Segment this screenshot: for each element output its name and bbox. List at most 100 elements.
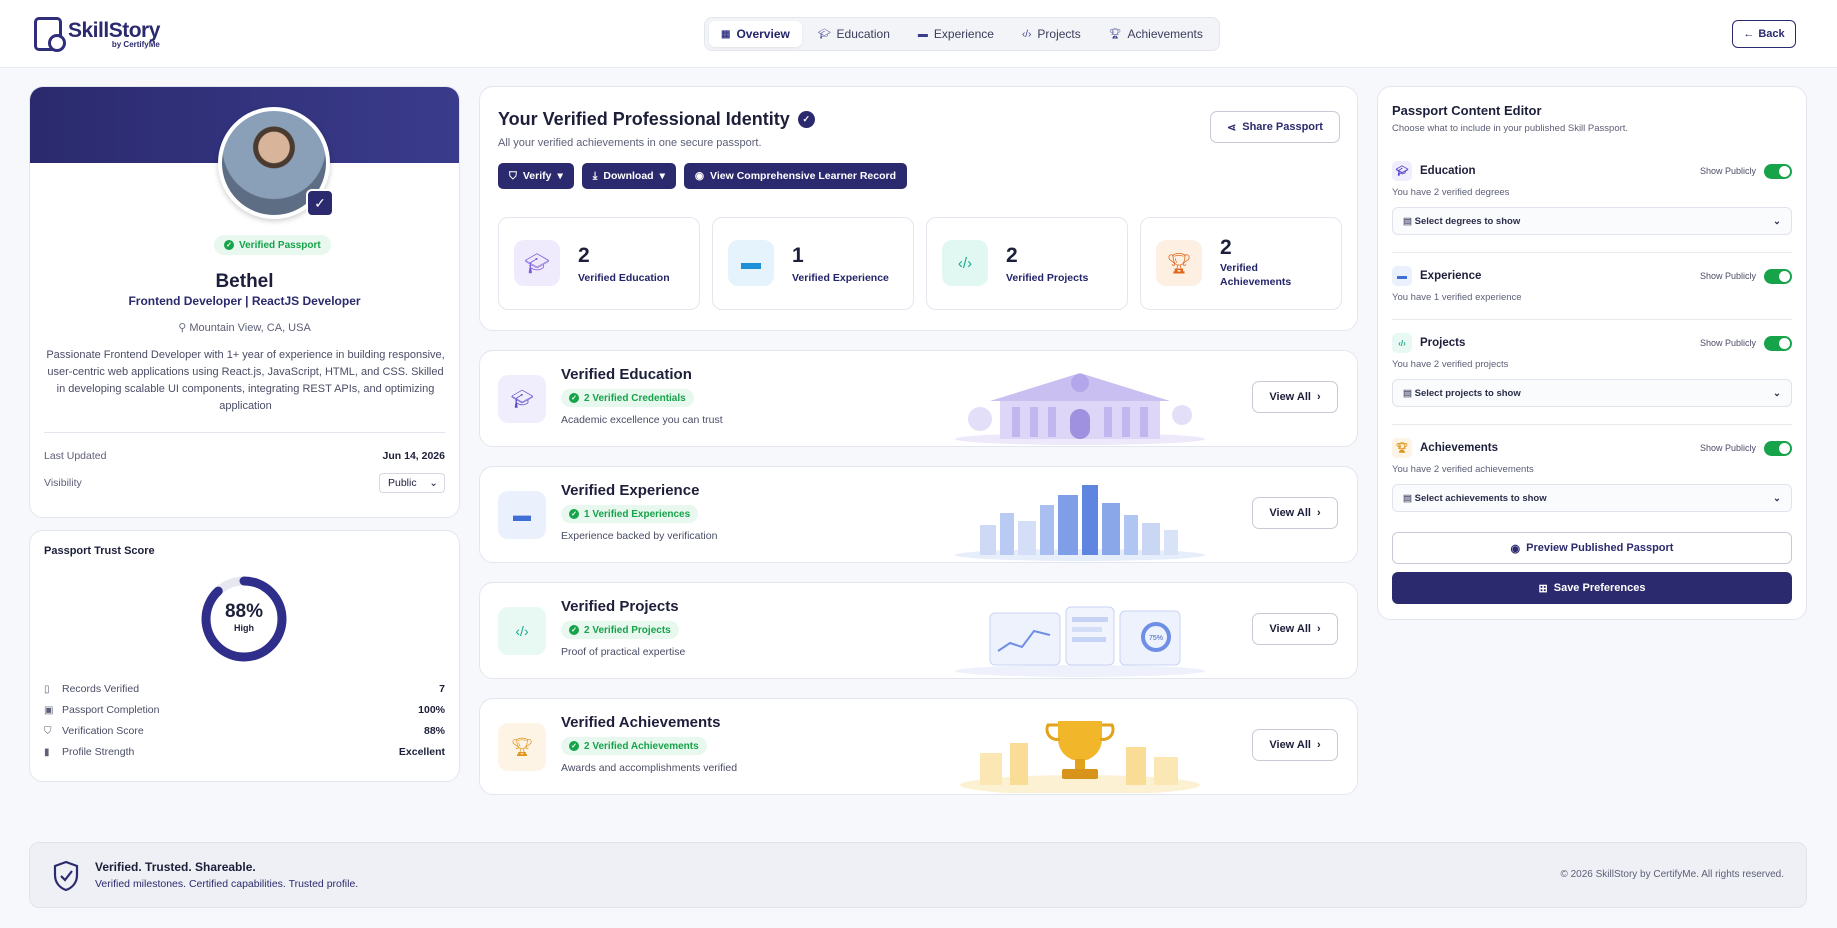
chevron-down-icon: ⌄ — [1773, 492, 1781, 504]
view-all-button[interactable]: View All › — [1252, 381, 1338, 413]
achievements-visibility-toggle[interactable] — [1764, 440, 1792, 456]
trust-row-label: Records Verified — [62, 683, 140, 695]
eye-icon: ◉ — [694, 170, 705, 182]
share-label: Share Passport — [1242, 121, 1323, 133]
city-skyline-illustration — [955, 485, 1205, 561]
section-badge: ✓ 2 Verified Credentials — [561, 389, 694, 407]
share-icon: ⋖ — [1227, 121, 1237, 134]
trust-row-completion: ▣ Passport Completion 100% — [44, 704, 445, 716]
tab-overview[interactable]: ▦ Overview — [709, 21, 802, 47]
visibility-select[interactable]: Public ⌄ — [379, 473, 445, 493]
visibility-label: Visibility — [44, 477, 82, 489]
visibility-row: Visibility Public ⌄ — [44, 473, 445, 493]
stat-number: 2 — [1220, 236, 1232, 259]
check-circle-icon: ✓ — [224, 240, 234, 250]
trust-score: 88% — [224, 601, 264, 622]
preview-label: Preview Published Passport — [1526, 542, 1674, 554]
editor-projects: ‹/› Projects Show Publicly You have 2 ver… — [1392, 333, 1792, 407]
projects-gauge-label: 75% — [1149, 635, 1163, 642]
editor-achievements: 🏆︎ Achievements Show Publicly You have 2 … — [1392, 438, 1792, 512]
graduation-cap-icon: 🎓︎ — [514, 240, 560, 286]
download-icon: ⤓ — [592, 169, 598, 182]
tab-achievements[interactable]: 🏆︎ Achievements — [1097, 21, 1215, 47]
stat-projects[interactable]: ‹/› 2 Verified Projects — [926, 217, 1128, 310]
brand-logo[interactable]: SkillStory by CertifyMe — [34, 17, 160, 52]
check-circle-icon: ✓ — [569, 393, 579, 403]
tab-experience[interactable]: ▬ Experience — [906, 21, 1006, 47]
stat-education[interactable]: 🎓︎ 2 Verified Education — [498, 217, 700, 310]
section-badge: ✓ 1 Verified Experiences — [561, 505, 699, 523]
verified-badge-icon: ✓ — [306, 189, 334, 217]
check-circle-icon: ✓ — [569, 509, 579, 519]
projects-visibility-toggle[interactable] — [1764, 335, 1792, 351]
footer-copyright: © 2026 SkillStory by CertifyMe. All righ… — [1560, 869, 1784, 880]
stats-row: 🎓︎ 2 Verified Education ▬ 1 Verified Exp… — [498, 217, 1342, 310]
trust-row-label: Passport Completion — [62, 704, 160, 716]
show-publicly-label: Show Publicly — [1699, 443, 1756, 453]
check-circle-icon: ✓ — [569, 741, 579, 751]
tab-projects[interactable]: ‹/› Projects — [1010, 21, 1093, 47]
verify-button[interactable]: ⛉ Verify ▾ — [498, 163, 574, 189]
trust-row-label: Profile Strength — [62, 746, 135, 758]
share-passport-button[interactable]: ⋖ Share Passport — [1210, 111, 1340, 143]
identity-subtitle: All your verified achievements in one se… — [498, 137, 762, 149]
stat-experience[interactable]: ▬ 1 Verified Experience — [712, 217, 914, 310]
stat-number: 2 — [578, 244, 590, 267]
select-projects-dropdown[interactable]: ▤ Select projects to show ⌄ — [1392, 379, 1792, 407]
select-degrees-dropdown[interactable]: ▤ Select degrees to show ⌄ — [1392, 207, 1792, 235]
profile-bio: Passionate Frontend Developer with 1+ ye… — [46, 349, 445, 412]
save-preferences-button[interactable]: ⊞ Save Preferences — [1392, 572, 1792, 604]
view-all-button[interactable]: View All › — [1252, 729, 1338, 761]
editor-block-desc: You have 1 verified experience — [1392, 292, 1522, 303]
university-illustration — [955, 373, 1205, 445]
view-all-label: View All — [1269, 507, 1311, 519]
tab-education[interactable]: 🎓︎ Education — [806, 21, 902, 47]
preview-passport-button[interactable]: ◉ Preview Published Passport — [1392, 532, 1792, 564]
trust-level: High — [234, 623, 254, 633]
stat-label: Verified Achievements — [1220, 262, 1292, 288]
code-icon: ‹/› — [498, 607, 546, 655]
select-achievements-dropdown[interactable]: ▤ Select achievements to show ⌄ — [1392, 484, 1792, 512]
download-button[interactable]: ⤓ Download ▾ — [581, 163, 676, 189]
stat-number: 2 — [1006, 244, 1018, 267]
trust-row-value: Excellent — [398, 746, 445, 758]
editor-block-name: Achievements — [1420, 442, 1498, 454]
section-subtitle: Awards and accomplishments verified — [561, 762, 738, 774]
dashboard-illustration: 75% — [955, 606, 1205, 677]
back-button[interactable]: ← Back — [1732, 20, 1796, 48]
select-label: Select degrees to show — [1414, 215, 1521, 227]
footer-subtitle: Verified milestones. Certified capabilit… — [95, 878, 359, 890]
top-bar: SkillStory by CertifyMe ▦ Overview 🎓︎ Educ… — [0, 0, 1837, 68]
last-updated-label: Last Updated — [44, 450, 107, 462]
trophy-icon: 🏆︎ — [1108, 28, 1122, 40]
arrow-left-icon: ← — [1743, 28, 1755, 40]
section-badge-text: 2 Verified Projects — [584, 624, 671, 636]
stat-achievements[interactable]: 🏆︎ 2 Verified Achievements — [1140, 217, 1342, 310]
editor-experience: ▬ Experience Show Publicly You have 1 ver… — [1392, 266, 1792, 303]
graduation-cap-icon: 🎓︎ — [817, 28, 831, 40]
divider — [44, 432, 445, 433]
education-visibility-toggle[interactable] — [1764, 163, 1792, 179]
learner-record-button[interactable]: ◉ View Comprehensive Learner Record — [683, 163, 908, 189]
trust-row-value: 88% — [423, 725, 445, 737]
chevron-down-icon: ⌄ — [1773, 215, 1781, 227]
section-badge: ✓ 2 Verified Achievements — [561, 737, 707, 755]
view-all-button[interactable]: View All › — [1252, 613, 1338, 645]
caret-down-icon: ▾ — [659, 170, 665, 182]
download-label: Download — [603, 170, 654, 182]
action-buttons: ⛉ Verify ▾ ⤓ Download ▾ ◉ View Comprehensive … — [498, 163, 908, 189]
profile-role: Frontend Developer | ReactJS Developer — [128, 294, 361, 308]
location-text: Mountain View, CA, USA — [189, 322, 311, 334]
shield-icon: ⛉ — [44, 725, 52, 737]
view-all-button[interactable]: View All › — [1252, 497, 1338, 529]
grid-icon: ▦ — [721, 28, 731, 40]
bars-icon: ▮ — [44, 746, 50, 758]
map-pin-icon: ⚲ — [178, 322, 190, 334]
education-section: 🎓︎ Verified Education ✓ 2 Verified Creden… — [479, 350, 1358, 447]
stat-label: Verified Projects — [1006, 272, 1089, 284]
tab-label: Overview — [736, 27, 790, 41]
editor-block-name: Projects — [1420, 337, 1466, 349]
last-updated-value: Jun 14, 2026 — [382, 450, 445, 462]
identity-card: Your Verified Professional Identity ✓ All… — [479, 86, 1358, 331]
experience-visibility-toggle[interactable] — [1764, 268, 1792, 284]
